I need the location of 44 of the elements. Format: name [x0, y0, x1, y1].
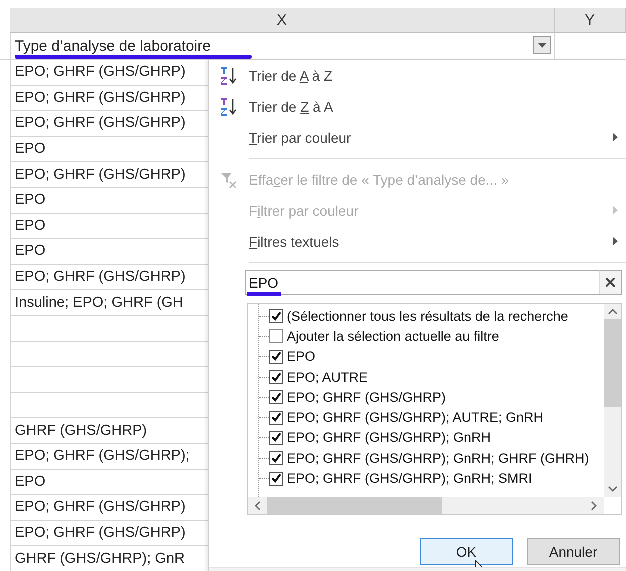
- checkbox[interactable]: [269, 410, 283, 425]
- list-item[interactable]: EPO; GHRF (GHS/GHRP); AUTRE; GnRH: [287, 410, 544, 426]
- column-header[interactable]: X: [10, 8, 555, 33]
- checkbox[interactable]: [269, 329, 283, 344]
- sort-icon: [219, 66, 239, 86]
- filter-dropdown-button[interactable]: [533, 36, 551, 54]
- vertical-scrollbar[interactable]: [604, 304, 621, 497]
- menu-item[interactable]: Trier par couleur: [209, 122, 626, 153]
- clear-search-button[interactable]: [599, 270, 622, 295]
- checkbox[interactable]: [269, 472, 283, 486]
- search-field[interactable]: EPO: [245, 270, 599, 295]
- ok-button[interactable]: OK: [420, 538, 513, 565]
- list-item[interactable]: EPO; AUTRE: [287, 370, 368, 385]
- dropdown-arrow-icon: [538, 42, 546, 48]
- scroll-left-icon[interactable]: [254, 500, 261, 510]
- menu-item[interactable]: Trier de Z à A: [209, 91, 626, 122]
- menu-item[interactable]: Trier de A à Z: [209, 60, 626, 91]
- list-item[interactable]: Ajouter la sélection actuelle au filtre: [287, 328, 500, 344]
- list-item[interactable]: EPO; GHRF (GHS/GHRP); GnRH; GHRF (GHRH): [287, 450, 590, 466]
- scroll-down-icon[interactable]: [608, 486, 618, 493]
- checkbox[interactable]: [269, 451, 283, 466]
- scroll-right-icon[interactable]: [591, 500, 598, 510]
- submenu-arrow-icon: [613, 237, 618, 246]
- submenu-arrow-icon: [613, 206, 618, 215]
- checkbox[interactable]: [269, 430, 283, 445]
- list-item[interactable]: (Sélectionner tous les résultats de la recherche: [287, 308, 568, 324]
- checkbox[interactable]: [269, 309, 283, 324]
- column-header[interactable]: Y: [555, 8, 626, 33]
- list-item[interactable]: EPO; GHRF (GHS/GHRP): [287, 390, 446, 405]
- close-icon: [606, 278, 615, 287]
- horizontal-scrollbar[interactable]: [248, 497, 604, 514]
- header-cell: Type d’analyse de laboratoire: [15, 38, 211, 54]
- list-item[interactable]: EPO: [287, 349, 316, 364]
- list-item[interactable]: EPO; GHRF (GHS/GHRP); GnRH; SMRI: [287, 471, 532, 486]
- scroll-up-icon[interactable]: [608, 308, 618, 315]
- sort-icon: [219, 96, 239, 116]
- checkbox[interactable]: [269, 370, 283, 384]
- menu-item[interactable]: Filtres textuels: [209, 226, 626, 257]
- checkbox[interactable]: [269, 390, 283, 404]
- clear-filter-icon: [220, 170, 238, 188]
- list-item[interactable]: EPO; GHRF (GHS/GHRP); GnRH: [287, 430, 492, 446]
- cancel-button[interactable]: Annuler: [527, 538, 620, 565]
- checkbox[interactable]: [269, 350, 283, 364]
- submenu-arrow-icon: [613, 133, 618, 142]
